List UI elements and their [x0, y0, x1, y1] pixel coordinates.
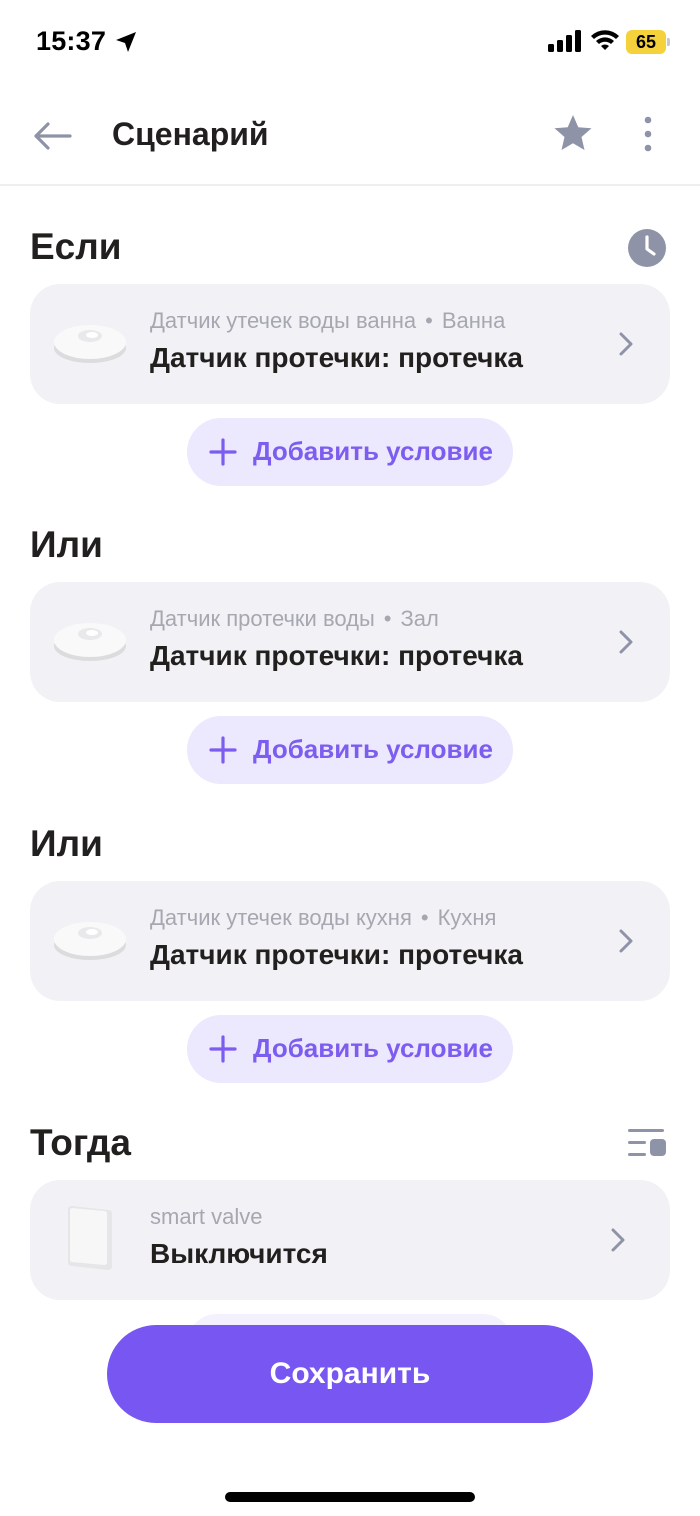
cellular-signal-icon [548, 30, 581, 52]
condition-card-3[interactable]: Датчик утечек воды кухня • Кухня Датчик пр… [30, 881, 670, 1001]
battery-level: 65 [635, 32, 657, 52]
action-device-name: smart valve [150, 1204, 263, 1229]
back-arrow-icon[interactable] [30, 114, 74, 158]
add-condition-button[interactable]: Добавить условие [187, 716, 513, 784]
condition-device-info: Датчик протечки воды • Зал [150, 606, 439, 632]
home-indicator [225, 1492, 475, 1502]
battery-icon: 65 [626, 30, 670, 54]
section-title-or: Или [30, 823, 103, 864]
leak-sensor-icon [54, 325, 126, 363]
save-button-label: Сохранить [269, 1357, 431, 1390]
add-condition-label: Добавить условие [253, 734, 493, 764]
separator-dot: • [420, 905, 429, 930]
chevron-right-icon [611, 1228, 625, 1252]
condition-card-1[interactable]: Датчик утечек воды ванна • Ванна Датчик пр… [30, 284, 670, 404]
star-icon[interactable] [552, 112, 594, 154]
condition-event: Датчик протечки: протечка [150, 342, 523, 373]
action-event: Выключится [150, 1238, 328, 1269]
wifi-icon [591, 30, 619, 50]
device-name: Датчик протечки воды [150, 606, 375, 631]
condition-device-info: Датчик утечек воды ванна • Ванна [150, 308, 505, 334]
page-title: Сценарий [112, 116, 269, 152]
add-condition-label: Добавить условие [253, 1033, 493, 1063]
more-vertical-icon[interactable] [634, 114, 662, 154]
section-title-then: Тогда [30, 1122, 131, 1163]
leak-sensor-icon [54, 623, 126, 661]
condition-event: Датчик протечки: протечка [150, 939, 523, 970]
separator-dot: • [383, 606, 392, 631]
action-card[interactable]: smart valve Выключится [30, 1180, 670, 1300]
add-condition-button[interactable]: Добавить условие [187, 1015, 513, 1083]
status-bar: 15:37 65 [0, 0, 700, 88]
add-condition-label: Добавить условие [253, 436, 493, 466]
room-name: Кухня [437, 905, 497, 930]
condition-event: Датчик протечки: протечка [150, 640, 523, 671]
room-name: Ванна [441, 308, 506, 333]
device-name: Датчик утечек воды ванна [150, 308, 417, 333]
device-name: Датчик утечек воды кухня [150, 905, 412, 930]
condition-device-info: Датчик утечек воды кухня • Кухня [150, 905, 496, 931]
condition-card-2[interactable]: Датчик протечки воды • Зал Датчик протечки… [30, 582, 670, 702]
location-arrow-icon [116, 32, 136, 52]
chevron-right-icon [619, 929, 633, 953]
status-time: 15:37 [36, 26, 107, 56]
top-app-bar: Сценарий [0, 88, 700, 186]
plus-icon [209, 1035, 237, 1063]
separator-dot: • [425, 308, 433, 333]
chevron-right-icon [619, 332, 633, 356]
smart-valve-icon [68, 1206, 112, 1270]
room-name: Зал [400, 606, 439, 631]
action-list-icon[interactable] [626, 1126, 668, 1160]
chevron-right-icon [619, 630, 633, 654]
save-button[interactable]: Сохранить [107, 1325, 593, 1423]
clock-icon[interactable] [627, 228, 667, 268]
plus-icon [209, 438, 237, 466]
add-condition-button[interactable]: Добавить условие [187, 418, 513, 486]
leak-sensor-icon [54, 922, 126, 960]
plus-icon [209, 736, 237, 764]
section-title-if: Если [30, 226, 122, 267]
section-title-or: Или [30, 524, 103, 565]
